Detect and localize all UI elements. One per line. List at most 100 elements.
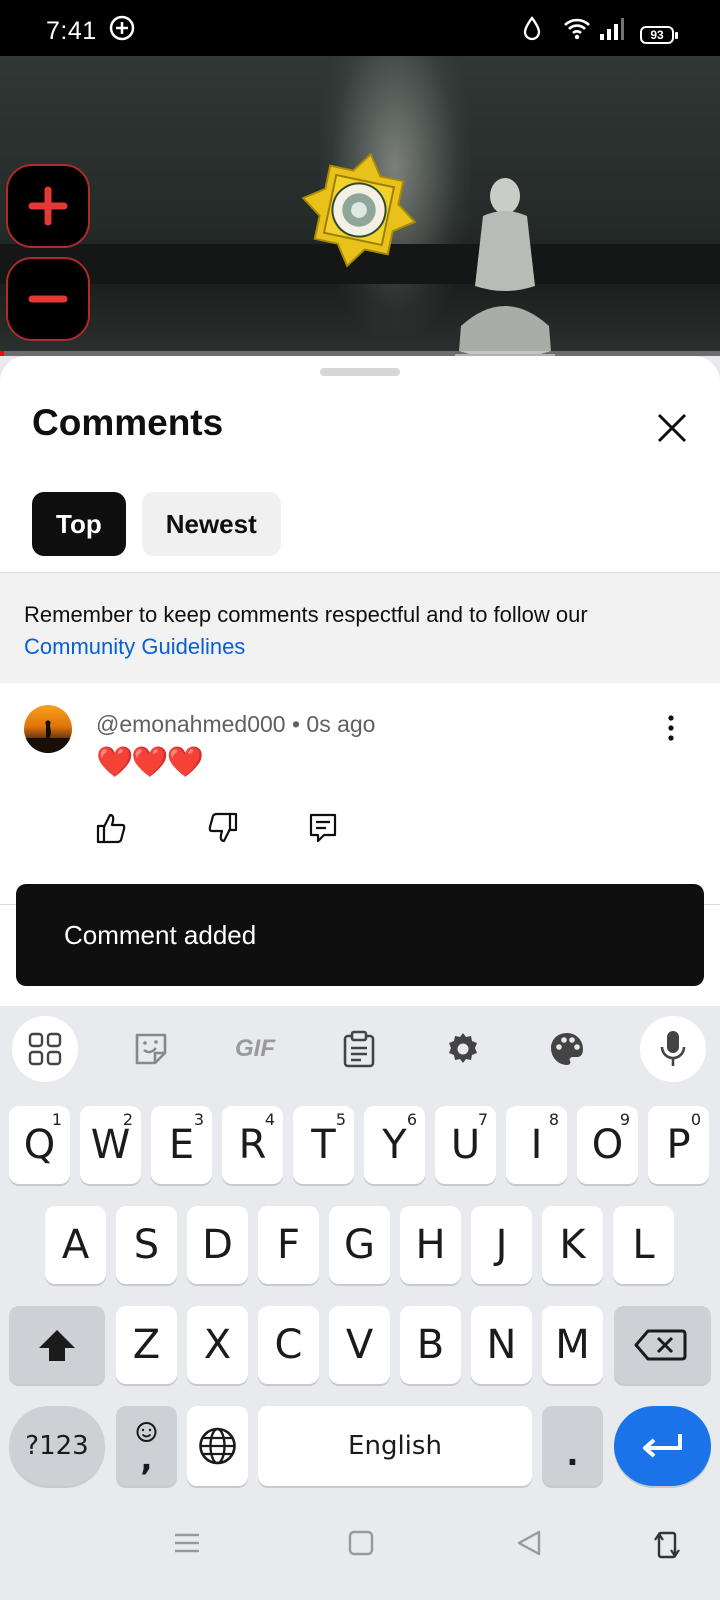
key-b[interactable]: B — [400, 1306, 461, 1384]
key-l[interactable]: L — [613, 1206, 674, 1284]
microphone-icon — [660, 1031, 686, 1066]
period-key[interactable]: . — [542, 1406, 603, 1486]
comment-item: @emonahmed000 • 0s ago ❤️❤️❤️ — [0, 683, 720, 913]
reply-button[interactable] — [306, 811, 340, 845]
key-i[interactable]: I8 — [506, 1106, 567, 1184]
key-c[interactable]: C — [258, 1306, 319, 1384]
key-k[interactable]: K — [542, 1206, 603, 1284]
globe-icon — [199, 1427, 236, 1465]
apps-grid-button[interactable] — [12, 1016, 78, 1082]
rotate-icon — [654, 1531, 680, 1559]
space-key[interactable]: English — [258, 1406, 532, 1486]
back-nav-button[interactable] — [514, 1528, 544, 1563]
key-v[interactable]: V — [329, 1306, 390, 1384]
zoom-in-button[interactable] — [6, 164, 90, 248]
key-j[interactable]: J — [471, 1206, 532, 1284]
palette-icon — [551, 1033, 583, 1065]
key-e[interactable]: E3 — [151, 1106, 212, 1184]
sticker-button[interactable] — [118, 1016, 184, 1082]
comma-emoji-key[interactable]: , — [116, 1406, 177, 1486]
avatar[interactable] — [24, 705, 72, 753]
chip-top[interactable]: Top — [32, 492, 126, 556]
key-o[interactable]: O9 — [577, 1106, 638, 1184]
apps-grid-icon — [28, 1032, 62, 1066]
screen: 7:41 93 Comments Top Newest Remember to … — [0, 0, 720, 1600]
key-q[interactable]: Q1 — [9, 1106, 70, 1184]
backspace-key[interactable] — [614, 1306, 711, 1384]
key-r[interactable]: R4 — [222, 1106, 283, 1184]
key-u[interactable]: U7 — [435, 1106, 496, 1184]
key-z[interactable]: Z — [116, 1306, 177, 1384]
snackbar: Comment added — [16, 884, 704, 986]
buddha-statue-image — [455, 178, 555, 356]
key-w[interactable]: W2 — [80, 1106, 141, 1184]
gif-icon: GIF — [235, 1035, 275, 1062]
keyboard: GIF Q1 W2 E3 R4 T5 Y6 U7 I8 O9 P0 A S D … — [0, 1006, 720, 1600]
dislike-button[interactable] — [206, 811, 240, 845]
battery-icon: 93 — [640, 26, 678, 44]
clipboard-icon — [343, 1030, 375, 1068]
settings-gear-icon — [449, 1033, 477, 1063]
home-nav-button[interactable] — [346, 1528, 376, 1563]
key-m[interactable]: M — [542, 1306, 603, 1384]
language-switch-key[interactable] — [187, 1406, 248, 1486]
clipboard-button[interactable] — [326, 1016, 392, 1082]
status-time: 7:41 — [46, 17, 97, 45]
key-x[interactable]: X — [187, 1306, 248, 1384]
gif-button[interactable]: GIF — [222, 1016, 288, 1082]
key-t[interactable]: T5 — [293, 1106, 354, 1184]
key-h[interactable]: H — [400, 1206, 461, 1284]
menu-lines-icon — [175, 1533, 199, 1553]
like-button[interactable] — [94, 811, 128, 845]
more-options-button[interactable] — [656, 713, 686, 743]
thumbs-up-icon — [96, 813, 126, 844]
voice-input-button[interactable] — [640, 1016, 706, 1082]
settings-button[interactable] — [430, 1016, 496, 1082]
system-nav-bar — [0, 1498, 720, 1600]
backspace-icon — [634, 1329, 687, 1361]
enter-key[interactable] — [614, 1406, 711, 1486]
key-s[interactable]: S — [116, 1206, 177, 1284]
close-button[interactable] — [650, 406, 694, 450]
more-vert-icon — [668, 715, 674, 741]
key-d[interactable]: D — [187, 1206, 248, 1284]
menu-nav-button[interactable] — [172, 1528, 202, 1563]
plus-icon — [28, 186, 68, 226]
reply-comment-icon — [309, 813, 337, 843]
notice-text: Remember to keep comments respectful and… — [24, 602, 588, 627]
close-icon — [657, 413, 687, 443]
key-a[interactable]: A — [45, 1206, 106, 1284]
guidelines-notice: Remember to keep comments respectful and… — [0, 573, 720, 683]
status-bar: 7:41 93 — [0, 0, 720, 56]
shift-key[interactable] — [9, 1306, 105, 1384]
minus-icon — [28, 295, 68, 303]
water-drop-icon — [522, 14, 542, 47]
zoom-out-button[interactable] — [6, 257, 90, 341]
theme-button[interactable] — [534, 1016, 600, 1082]
snackbar-text: Comment added — [64, 920, 257, 950]
community-guidelines-link[interactable]: Community Guidelines — [24, 631, 696, 663]
avatar-silhouette-image — [24, 720, 72, 753]
symbols-key[interactable]: ?123 — [9, 1406, 105, 1486]
sheet-title: Comments — [32, 402, 224, 443]
chip-newest[interactable]: Newest — [141, 492, 281, 556]
key-n[interactable]: N — [471, 1306, 532, 1384]
keyboard-toolbar: GIF — [0, 1006, 720, 1086]
key-p[interactable]: P0 — [648, 1106, 709, 1184]
comment-author-meta[interactable]: @emonahmed000 • 0s ago — [96, 711, 375, 738]
enter-arrow-icon — [643, 1434, 682, 1458]
wifi-icon — [562, 14, 592, 47]
drag-handle[interactable] — [320, 368, 400, 376]
key-y[interactable]: Y6 — [364, 1106, 425, 1184]
signal-icon — [598, 14, 626, 47]
key-g[interactable]: G — [329, 1206, 390, 1284]
video-player[interactable] — [0, 56, 720, 356]
sticker-icon — [135, 1033, 167, 1065]
key-f[interactable]: F — [258, 1206, 319, 1284]
rotate-screen-button[interactable] — [652, 1528, 682, 1567]
home-square-icon — [348, 1530, 374, 1556]
comment-text: ❤️❤️❤️ — [96, 746, 204, 779]
shift-arrow-icon — [39, 1330, 75, 1361]
yantra-emblem-image — [301, 152, 417, 268]
back-triangle-icon — [517, 1530, 541, 1556]
